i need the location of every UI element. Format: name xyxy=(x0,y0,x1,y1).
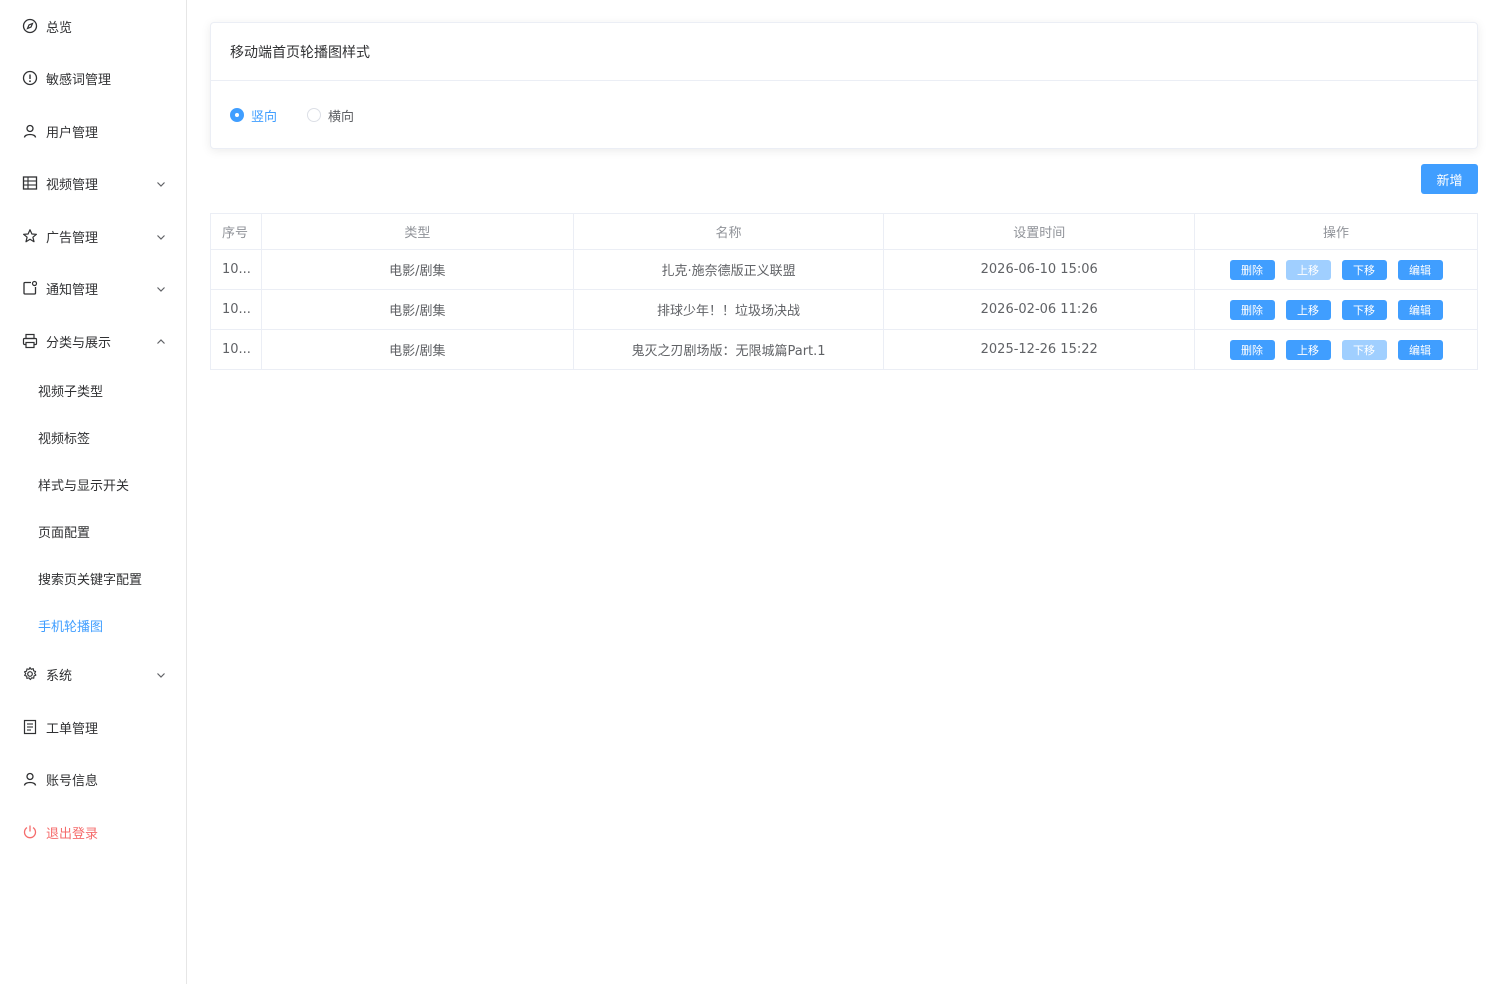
warning-icon xyxy=(22,70,38,86)
sidebar-item-label: 敏感词管理 xyxy=(46,72,112,88)
cell-type: 电影/剧集 xyxy=(261,329,574,370)
radio-label: 横向 xyxy=(328,109,355,125)
user-icon xyxy=(22,771,38,787)
sidebar-subitem-page-config[interactable]: 页面配置 xyxy=(0,508,186,555)
document-icon xyxy=(22,719,38,735)
radio-label: 竖向 xyxy=(251,109,278,125)
sidebar-subitem-mobile-carousel[interactable]: 手机轮播图 xyxy=(0,602,186,649)
sidebar-item-label: 广告管理 xyxy=(46,230,99,246)
sidebar-item-category-display[interactable]: 分类与展示 xyxy=(0,315,186,367)
sidebar-subitem-search-keywords[interactable]: 搜索页关键字配置 xyxy=(0,555,186,602)
move-up-button[interactable]: 上移 xyxy=(1285,259,1331,280)
add-button[interactable]: 新增 xyxy=(1421,164,1478,194)
cell-type: 电影/剧集 xyxy=(261,289,574,330)
sidebar-item-account-info[interactable]: 账号信息 xyxy=(0,753,186,805)
chevron-down-icon xyxy=(156,178,166,188)
cell-actions: 删除 上移 下移 编辑 xyxy=(1194,329,1478,370)
cell-time: 2025-12-26 15:22 xyxy=(883,329,1196,370)
compass-icon xyxy=(22,18,38,34)
move-up-button[interactable]: 上移 xyxy=(1285,339,1331,360)
card-title: 移动端首页轮播图样式 xyxy=(211,23,1477,81)
notification-icon xyxy=(22,280,38,296)
sidebar-item-system[interactable]: 系统 xyxy=(0,648,186,700)
header-name: 名称 xyxy=(573,213,885,250)
cell-time: 2026-06-10 15:06 xyxy=(883,249,1196,290)
sidebar-item-label: 视频管理 xyxy=(46,177,99,193)
chevron-up-icon xyxy=(156,336,166,346)
sidebar-item-notifications[interactable]: 通知管理 xyxy=(0,262,186,314)
sidebar-item-videos[interactable]: 视频管理 xyxy=(0,157,186,209)
power-icon xyxy=(22,824,38,840)
cell-actions: 删除 上移 下移 编辑 xyxy=(1194,249,1478,290)
carousel-style-card: 移动端首页轮播图样式 竖向 横向 xyxy=(210,22,1478,149)
chevron-down-icon xyxy=(156,283,166,293)
sidebar-subitem-style-display-switch[interactable]: 样式与显示开关 xyxy=(0,461,186,508)
table-row: 10... 电影/剧集 鬼灭之刃剧场版：无限城篇Part.1 2025-12-2… xyxy=(210,329,1478,370)
radio-dot xyxy=(307,108,322,122)
cell-name: 排球少年！！垃圾场决战 xyxy=(573,289,885,330)
sidebar-item-label: 总览 xyxy=(46,20,73,36)
move-down-button[interactable]: 下移 xyxy=(1341,259,1387,280)
sidebar-item-label: 账号信息 xyxy=(46,773,99,789)
sidebar-item-label: 工单管理 xyxy=(46,721,99,737)
sidebar: 总览 敏感词管理 用户管理 视频管理 广告管理 通知管理 分类与展示 视频子类型… xyxy=(0,0,187,984)
cell-seq: 10... xyxy=(210,289,262,330)
table-header-row: 序号 类型 名称 设置时间 操作 xyxy=(210,213,1478,250)
move-down-button[interactable]: 下移 xyxy=(1341,339,1387,360)
radio-vertical[interactable]: 竖向 xyxy=(230,106,277,125)
sidebar-subitem-video-tags[interactable]: 视频标签 xyxy=(0,414,186,461)
sidebar-item-ads[interactable]: 广告管理 xyxy=(0,210,186,262)
delete-button[interactable]: 删除 xyxy=(1229,339,1275,360)
printer-icon xyxy=(22,333,38,349)
delete-button[interactable]: 删除 xyxy=(1229,299,1275,320)
sidebar-item-users[interactable]: 用户管理 xyxy=(0,105,186,157)
sidebar-item-label: 分类与展示 xyxy=(46,335,112,351)
sidebar-item-work-orders[interactable]: 工单管理 xyxy=(0,701,186,753)
sidebar-item-logout[interactable]: 退出登录 xyxy=(0,806,186,858)
cell-seq: 10... xyxy=(210,249,262,290)
sidebar-subitem-video-subtypes[interactable]: 视频子类型 xyxy=(0,367,186,414)
cell-name: 鬼灭之刃剧场版：无限城篇Part.1 xyxy=(573,329,885,370)
sidebar-item-overview[interactable]: 总览 xyxy=(0,0,186,52)
edit-button[interactable]: 编辑 xyxy=(1397,299,1443,320)
cell-name: 扎克·施奈德版正义联盟 xyxy=(573,249,885,290)
cell-time: 2026-02-06 11:26 xyxy=(883,289,1196,330)
sidebar-item-label: 通知管理 xyxy=(46,282,99,298)
star-icon xyxy=(22,228,38,244)
header-seq: 序号 xyxy=(210,213,262,250)
gear-icon xyxy=(22,666,38,682)
move-down-button[interactable]: 下移 xyxy=(1341,299,1387,320)
orientation-radio-group: 竖向 横向 xyxy=(211,81,1477,149)
header-time: 设置时间 xyxy=(883,213,1196,250)
edit-button[interactable]: 编辑 xyxy=(1397,339,1443,360)
sidebar-item-sensitive-words[interactable]: 敏感词管理 xyxy=(0,52,186,104)
sidebar-item-label: 退出登录 xyxy=(46,826,99,842)
header-type: 类型 xyxy=(261,213,574,250)
cell-actions: 删除 上移 下移 编辑 xyxy=(1194,289,1478,330)
radio-horizontal[interactable]: 横向 xyxy=(307,106,354,125)
edit-button[interactable]: 编辑 xyxy=(1397,259,1443,280)
cell-type: 电影/剧集 xyxy=(261,249,574,290)
table-row: 10... 电影/剧集 扎克·施奈德版正义联盟 2026-06-10 15:06… xyxy=(210,249,1478,290)
chevron-down-icon xyxy=(156,231,166,241)
user-icon xyxy=(22,123,38,139)
radio-dot xyxy=(230,108,244,122)
grid-icon xyxy=(22,175,38,191)
carousel-table: 序号 类型 名称 设置时间 操作 10... 电影/剧集 扎克·施奈德版正义联盟… xyxy=(210,213,1478,370)
sidebar-item-label: 用户管理 xyxy=(46,125,99,141)
table-row: 10... 电影/剧集 排球少年！！垃圾场决战 2026-02-06 11:26… xyxy=(210,289,1478,330)
delete-button[interactable]: 删除 xyxy=(1229,259,1275,280)
move-up-button[interactable]: 上移 xyxy=(1285,299,1331,320)
header-actions: 操作 xyxy=(1194,213,1478,250)
sidebar-item-label: 系统 xyxy=(46,668,73,684)
chevron-down-icon xyxy=(156,669,166,679)
cell-seq: 10... xyxy=(210,329,262,370)
